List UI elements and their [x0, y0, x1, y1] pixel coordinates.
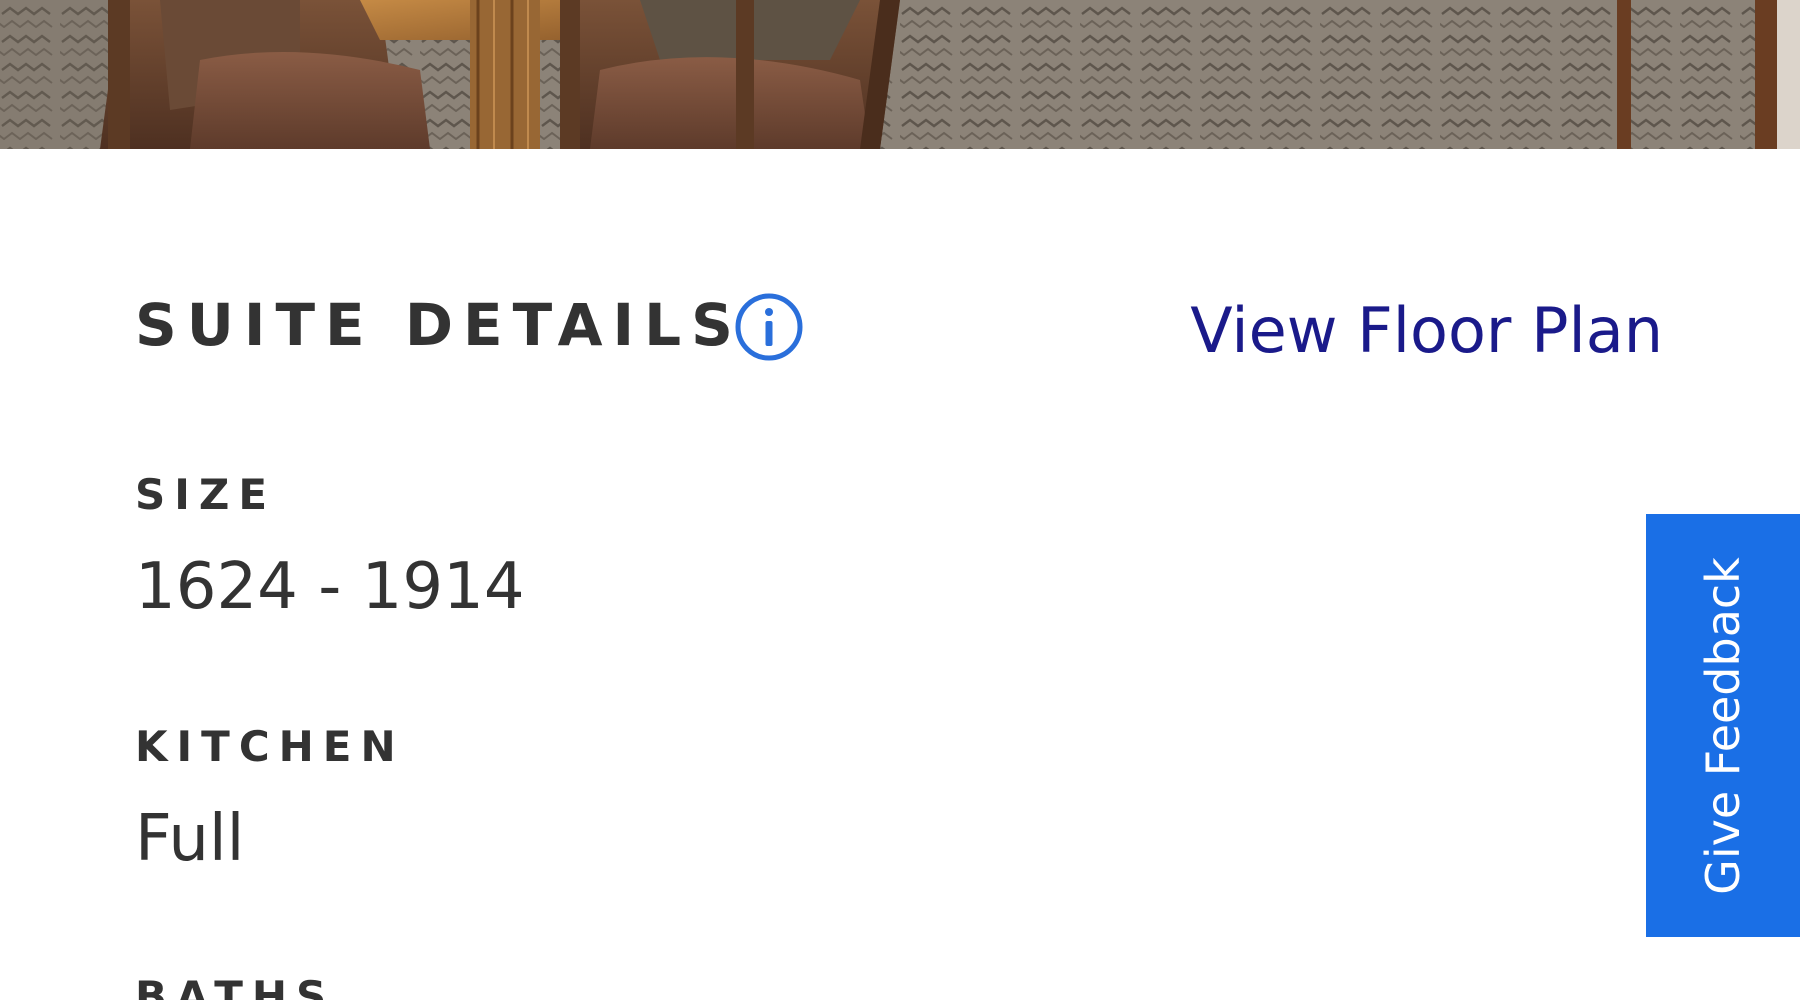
info-circle-icon[interactable]: [734, 292, 804, 362]
kitchen-label: KITCHEN: [135, 722, 405, 771]
baths-label: BATHS: [135, 972, 336, 1000]
give-feedback-label: Give Feedback: [1696, 556, 1750, 895]
give-feedback-button[interactable]: Give Feedback: [1646, 514, 1800, 937]
suite-details-page: SUITE DETAILS View Floor Plan SIZE 1624 …: [0, 0, 1800, 1000]
size-value: 1624 - 1914: [135, 550, 525, 624]
dining-room-photo: [0, 0, 1800, 149]
view-floor-plan-link[interactable]: View Floor Plan: [1190, 300, 1663, 362]
suite-details-heading: SUITE DETAILS: [135, 291, 743, 359]
size-label: SIZE: [135, 470, 277, 519]
kitchen-value: Full: [135, 802, 245, 876]
